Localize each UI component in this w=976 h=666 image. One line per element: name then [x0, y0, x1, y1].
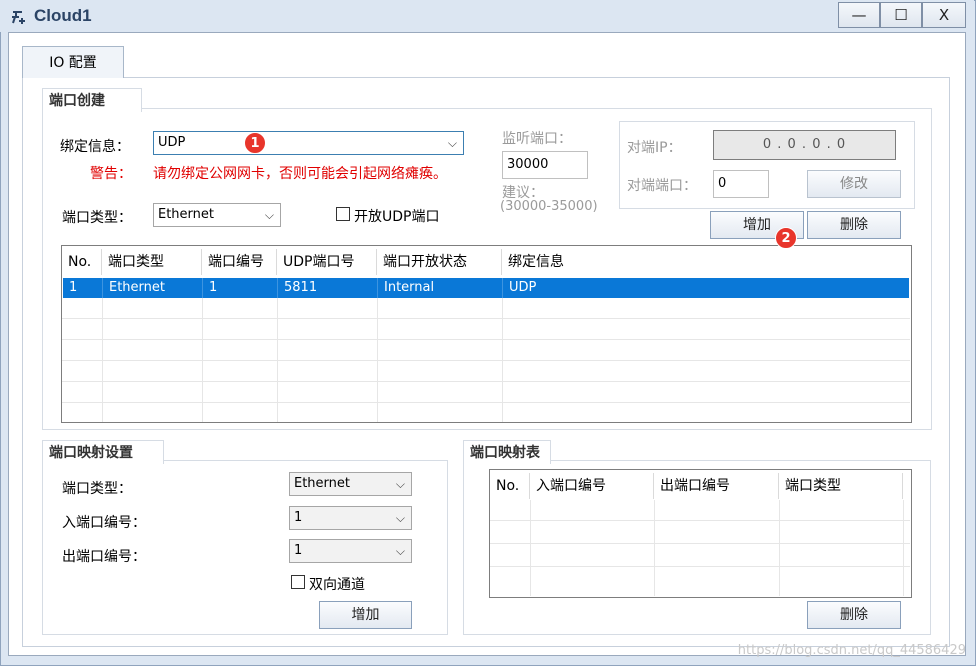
delete-map-button[interactable]: 删除	[807, 601, 901, 629]
delete-port-button[interactable]: 删除	[807, 211, 901, 239]
port-type-value: Ethernet	[158, 207, 214, 222]
bind-info-select[interactable]: UDP ⌵	[153, 131, 464, 155]
port-type-select[interactable]: Ethernet ⌵	[153, 203, 281, 227]
chevron-down-icon: ⌵	[395, 477, 405, 491]
table-row[interactable]: 1 Ethernet 1 5811 Internal UDP	[63, 278, 909, 298]
row-open-status: Internal	[378, 278, 503, 298]
in-port-label: 入端口编号：	[62, 515, 146, 531]
map-table-grid-lines	[490, 500, 910, 596]
tab-io-config[interactable]: IO 配置	[22, 46, 124, 78]
modify-button[interactable]: 修改	[807, 170, 901, 198]
col-no[interactable]: No.	[490, 473, 530, 499]
title-bar	[0, 0, 974, 32]
row-udp-port: 5811	[278, 278, 378, 298]
col-udp-port[interactable]: UDP端口号	[277, 249, 377, 275]
open-udp-checkbox[interactable]	[336, 207, 350, 221]
cloud-app-icon	[10, 8, 28, 26]
step-badge-1: 1	[244, 132, 266, 154]
window-title: Cloud1	[34, 6, 92, 25]
in-port-select[interactable]: 1 ⌵	[289, 506, 412, 530]
map-table-header: No. 入端口编号 出端口编号 端口类型	[490, 473, 910, 499]
row-bind-info: UDP	[509, 280, 537, 295]
bind-info-label: 绑定信息：	[60, 139, 130, 155]
close-button[interactable]: X	[922, 2, 966, 28]
port-map-title: 端口映射设置	[42, 440, 164, 464]
peer-port-label: 对端端口：	[627, 178, 697, 194]
col-no[interactable]: No.	[62, 249, 102, 275]
map-type-value: Ethernet	[294, 476, 350, 491]
map-type-select[interactable]: Ethernet ⌵	[289, 472, 412, 496]
bidirectional-label: 双向通道	[309, 577, 365, 593]
out-port-label: 出端口编号：	[62, 549, 146, 565]
bind-info-value: UDP	[158, 135, 186, 150]
col-in-port[interactable]: 入端口编号	[530, 473, 654, 499]
bidirectional-checkbox[interactable]	[291, 575, 305, 589]
col-out-port[interactable]: 出端口编号	[654, 473, 779, 499]
map-type-label: 端口类型：	[62, 481, 132, 497]
out-port-select[interactable]: 1 ⌵	[289, 539, 412, 563]
col-port-type[interactable]: 端口类型	[102, 249, 202, 275]
row-port-type: Ethernet	[103, 278, 203, 298]
minimize-button[interactable]: —	[838, 2, 880, 28]
warning-text: 请勿绑定公网网卡，否则可能会引起网络瘫痪。	[153, 166, 447, 182]
watermark: https://blog.csdn.net/qq_44586429	[737, 643, 966, 658]
col-bind-info[interactable]: 绑定信息	[502, 249, 910, 275]
port-table-grid-lines	[62, 298, 910, 422]
col-open-status[interactable]: 端口开放状态	[377, 249, 502, 275]
step-badge-2: 2	[775, 227, 797, 249]
peer-ip-input[interactable]: 0 . 0 . 0 . 0	[713, 130, 896, 160]
in-port-value: 1	[294, 510, 303, 525]
maximize-button[interactable]: ☐	[880, 2, 922, 28]
chevron-down-icon: ⌵	[395, 544, 405, 558]
chevron-down-icon: ⌵	[447, 136, 457, 150]
port-table-header: No. 端口类型 端口编号 UDP端口号 端口开放状态 绑定信息	[62, 249, 910, 275]
col-map-port-type[interactable]: 端口类型	[779, 473, 903, 499]
peer-ip-label: 对端IP：	[627, 140, 682, 156]
row-no: 1	[63, 278, 103, 298]
listen-port-label: 监听端口：	[502, 131, 572, 147]
col-port-number[interactable]: 端口编号	[202, 249, 277, 275]
peer-port-input[interactable]: 0	[713, 170, 769, 198]
warning-label: 警告：	[90, 166, 132, 182]
chevron-down-icon: ⌵	[264, 208, 274, 222]
port-type-label: 端口类型：	[62, 210, 132, 226]
open-udp-label: 开放UDP端口	[354, 209, 440, 225]
listen-port-input[interactable]: 30000	[502, 151, 588, 179]
out-port-value: 1	[294, 543, 303, 558]
row-port-number: 1	[203, 278, 278, 298]
map-table-title: 端口映射表	[463, 440, 551, 464]
add-map-button[interactable]: 增加	[319, 601, 412, 629]
chevron-down-icon: ⌵	[395, 511, 405, 525]
suggest-range: (30000-35000)	[500, 199, 598, 214]
port-create-title: 端口创建	[42, 88, 142, 112]
